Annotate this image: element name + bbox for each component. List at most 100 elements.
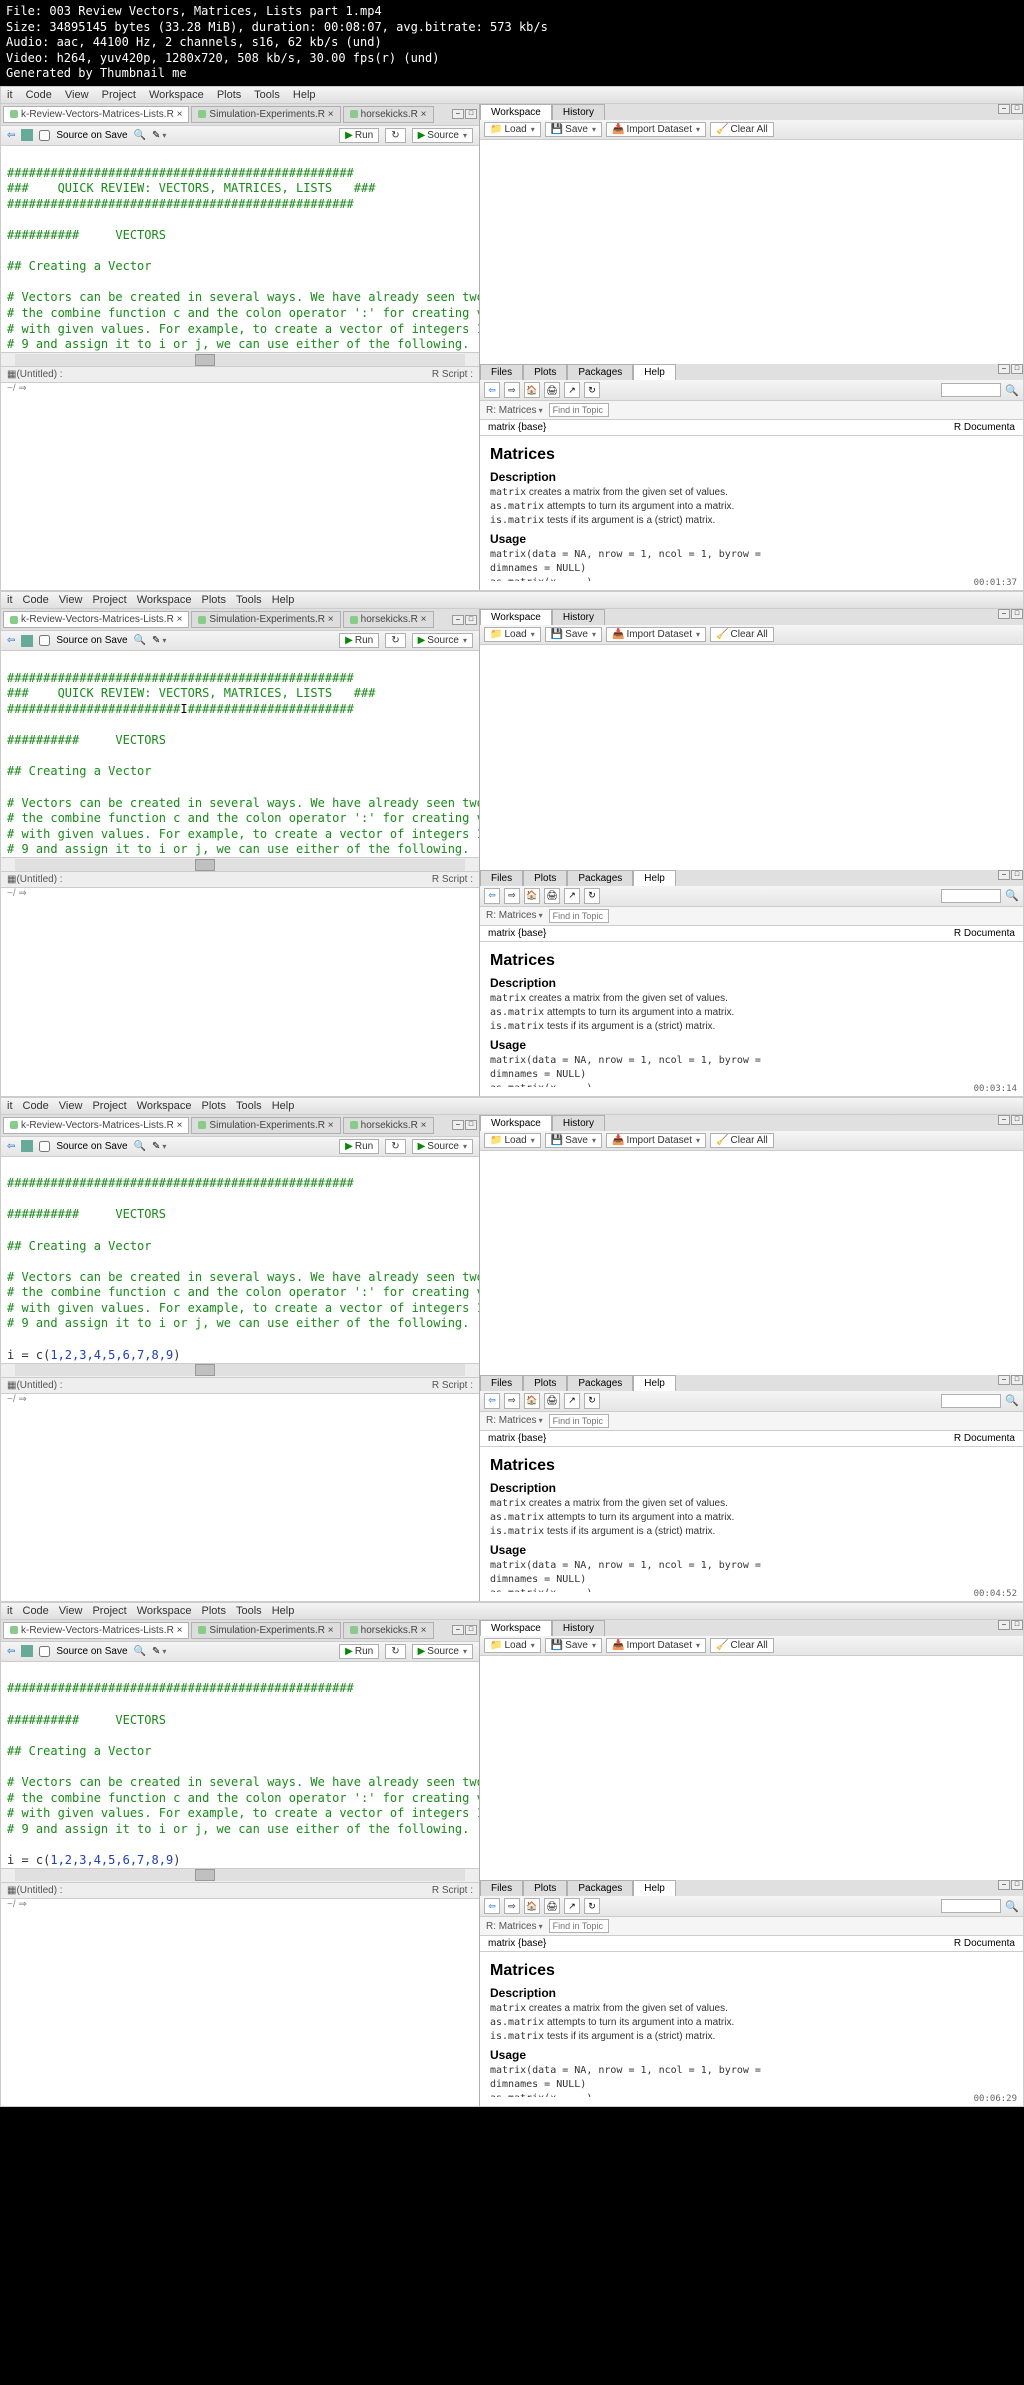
help-refresh-icon[interactable]: ↻ — [584, 382, 600, 398]
minimize-icon[interactable]: – — [998, 364, 1010, 374]
maximize-icon[interactable]: □ — [1011, 364, 1023, 374]
import-button[interactable]: 📥 Import Dataset — [606, 627, 706, 642]
source-button[interactable]: ▶Source — [412, 1139, 473, 1154]
wand-icon[interactable]: ✎ — [152, 1646, 166, 1657]
tab-review[interactable]: k-Review-Vectors-Matrices-Lists.R × — [3, 1622, 189, 1639]
find-in-topic-input[interactable] — [549, 403, 609, 417]
run-button[interactable]: ▶Run — [339, 128, 379, 143]
tab-help[interactable]: Help — [633, 1375, 676, 1391]
tab-history[interactable]: History — [552, 1620, 605, 1636]
console-prompt[interactable]: ~/ ⇒ — [1, 1393, 479, 1403]
clear-button[interactable]: 🧹Clear All — [710, 122, 774, 137]
tab-packages[interactable]: Packages — [567, 1375, 633, 1391]
tab-plots[interactable]: Plots — [523, 1375, 567, 1391]
help-home-icon[interactable]: 🏠 — [524, 1393, 540, 1409]
help-fwd-icon[interactable]: ⇨ — [504, 1393, 520, 1409]
help-popout-icon[interactable]: ↗ — [564, 1898, 580, 1914]
save-icon[interactable] — [21, 1140, 33, 1152]
help-home-icon[interactable]: 🏠 — [524, 1898, 540, 1914]
tab-packages[interactable]: Packages — [567, 1880, 633, 1896]
import-button[interactable]: 📥 Import Dataset — [606, 1638, 706, 1653]
minimize-icon[interactable]: – — [452, 109, 464, 119]
help-back-icon[interactable]: ⇦ — [484, 382, 500, 398]
load-button[interactable]: 📁 Load — [484, 122, 541, 137]
tab-horsekicks[interactable]: horsekicks.R × — [343, 611, 434, 628]
console-area[interactable] — [1, 1908, 479, 2106]
console-area[interactable] — [1, 1403, 479, 1601]
run-button[interactable]: ▶Run — [339, 1139, 379, 1154]
console-area[interactable] — [1, 392, 479, 590]
wand-icon[interactable]: ✎ — [152, 635, 166, 646]
minimize-icon[interactable]: – — [452, 615, 464, 625]
help-home-icon[interactable]: 🏠 — [524, 888, 540, 904]
tab-plots[interactable]: Plots — [523, 870, 567, 886]
back-icon[interactable]: ⇦ — [7, 1646, 15, 1657]
maximize-icon[interactable]: □ — [465, 615, 477, 625]
find-in-topic-input[interactable] — [549, 909, 609, 923]
console-area[interactable] — [1, 897, 479, 1095]
save-ws-button[interactable]: 💾 Save — [545, 122, 602, 137]
help-search-input[interactable] — [941, 1899, 1001, 1913]
help-search-input[interactable] — [941, 889, 1001, 903]
tab-workspace[interactable]: Workspace — [480, 609, 552, 625]
save-icon[interactable] — [21, 1645, 33, 1657]
tab-files[interactable]: Files — [480, 1880, 523, 1896]
source-on-save-checkbox[interactable] — [39, 1141, 50, 1152]
help-print-icon[interactable]: 🖨 — [544, 1898, 560, 1914]
save-icon[interactable] — [21, 129, 33, 141]
tab-simulation[interactable]: Simulation-Experiments.R × — [191, 106, 340, 123]
import-button[interactable]: 📥 Import Dataset — [606, 1133, 706, 1148]
rerun-button[interactable]: ↻ — [385, 1644, 405, 1659]
help-popout-icon[interactable]: ↗ — [564, 1393, 580, 1409]
back-icon[interactable]: ⇦ — [7, 130, 15, 141]
help-print-icon[interactable]: 🖨 — [544, 888, 560, 904]
menu-view[interactable]: View — [65, 89, 89, 101]
find-icon[interactable]: 🔍 — [134, 1141, 146, 1152]
find-icon[interactable]: 🔍 — [134, 130, 146, 141]
help-back-icon[interactable]: ⇦ — [484, 888, 500, 904]
code-editor[interactable]: ########################################… — [1, 1662, 479, 1868]
save-ws-button[interactable]: 💾 Save — [545, 1638, 602, 1653]
help-print-icon[interactable]: 🖨 — [544, 1393, 560, 1409]
find-in-topic-input[interactable] — [549, 1919, 609, 1933]
help-home-icon[interactable]: 🏠 — [524, 382, 540, 398]
wand-icon[interactable]: ✎ — [152, 130, 166, 141]
tab-files[interactable]: Files — [480, 870, 523, 886]
tab-files[interactable]: Files — [480, 1375, 523, 1391]
find-in-topic-input[interactable] — [549, 1414, 609, 1428]
source-button[interactable]: ▶Source — [412, 633, 473, 648]
help-refresh-icon[interactable]: ↻ — [584, 888, 600, 904]
back-icon[interactable]: ⇦ — [7, 635, 15, 646]
code-editor[interactable]: ########################################… — [1, 651, 479, 857]
tab-workspace[interactable]: Workspace — [480, 104, 552, 120]
save-ws-button[interactable]: 💾 Save — [545, 1133, 602, 1148]
help-fwd-icon[interactable]: ⇨ — [504, 1898, 520, 1914]
help-search-input[interactable] — [941, 1394, 1001, 1408]
source-button[interactable]: ▶Source — [412, 128, 473, 143]
tab-horsekicks[interactable]: horsekicks.R × — [343, 1117, 434, 1134]
tab-review[interactable]: k-Review-Vectors-Matrices-Lists.R × — [3, 1117, 189, 1134]
tab-simulation[interactable]: Simulation-Experiments.R × — [191, 1117, 340, 1134]
tab-review[interactable]: k-Review-Vectors-Matrices-Lists.R × — [3, 106, 189, 123]
maximize-icon[interactable]: □ — [465, 109, 477, 119]
help-fwd-icon[interactable]: ⇨ — [504, 888, 520, 904]
tab-help[interactable]: Help — [633, 1880, 676, 1896]
run-button[interactable]: ▶Run — [339, 633, 379, 648]
help-refresh-icon[interactable]: ↻ — [584, 1393, 600, 1409]
load-button[interactable]: 📁 Load — [484, 1133, 541, 1148]
minimize-icon[interactable]: – — [998, 104, 1010, 114]
help-back-icon[interactable]: ⇦ — [484, 1898, 500, 1914]
source-button[interactable]: ▶Source — [412, 1644, 473, 1659]
back-icon[interactable]: ⇦ — [7, 1141, 15, 1152]
rerun-button[interactable]: ↻ — [385, 128, 405, 143]
tab-history[interactable]: History — [552, 104, 605, 120]
tab-simulation[interactable]: Simulation-Experiments.R × — [191, 1622, 340, 1639]
import-button[interactable]: 📥 Import Dataset — [606, 122, 706, 137]
tab-simulation[interactable]: Simulation-Experiments.R × — [191, 611, 340, 628]
maximize-icon[interactable]: □ — [1011, 104, 1023, 114]
tab-history[interactable]: History — [552, 609, 605, 625]
tab-plots[interactable]: Plots — [523, 1880, 567, 1896]
console-prompt[interactable]: ~/ ⇒ — [1, 887, 479, 897]
rerun-button[interactable]: ↻ — [385, 633, 405, 648]
console-prompt[interactable]: ~/ ⇒ — [1, 382, 479, 392]
